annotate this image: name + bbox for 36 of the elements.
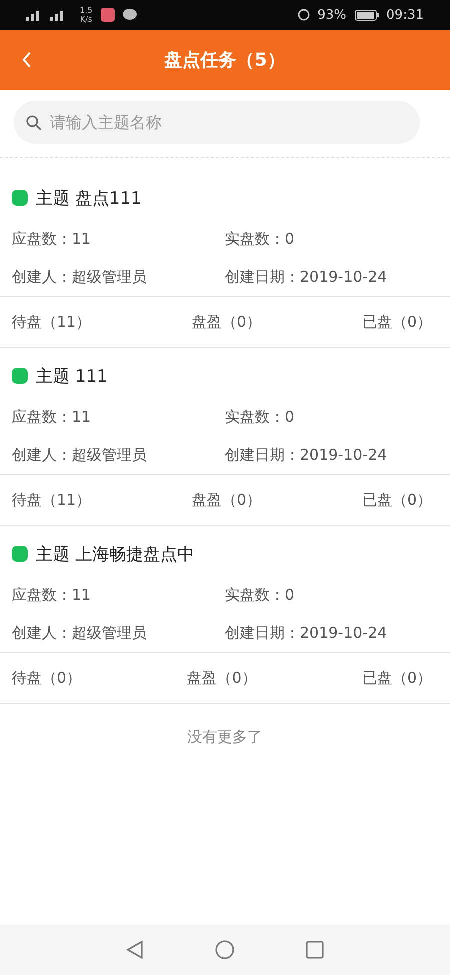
- creator-label: 创建人：超级管理员: [12, 623, 148, 644]
- status-tab[interactable]: 盘盈（0）: [184, 486, 270, 514]
- task-title[interactable]: 主题 上海畅捷盘点中: [36, 542, 194, 566]
- expected-count: 应盘数：11: [12, 229, 92, 250]
- page-title: 盘点任务（5）: [164, 49, 286, 72]
- expected-count: 应盘数：11: [12, 407, 92, 428]
- clock-time: 09:31: [386, 8, 424, 22]
- battery-icon: [354, 10, 379, 20]
- created-date: 创建日期：2019-10-24: [225, 267, 388, 288]
- created-date: 创建日期：2019-10-24: [225, 445, 388, 466]
- status-tab[interactable]: 已盘（0）: [354, 308, 440, 336]
- battery-percent: 93%: [318, 8, 347, 22]
- status-tab[interactable]: 已盘（0）: [354, 486, 440, 514]
- status-tab[interactable]: 待盘（0）: [4, 664, 90, 692]
- actual-count: 实盘数：0: [225, 585, 296, 606]
- search-field[interactable]: 请输入主题名称: [14, 101, 420, 144]
- recents-nav-icon[interactable]: [306, 941, 324, 959]
- end-of-list-text: 没有更多了: [186, 727, 264, 748]
- back-icon: [22, 52, 32, 68]
- task-title[interactable]: 主题 111: [36, 364, 108, 388]
- status-tab[interactable]: 已盘（0）: [354, 664, 440, 692]
- status-tab[interactable]: 盘盈（0）: [184, 308, 270, 336]
- status-tab[interactable]: 盘盈（0）: [179, 664, 265, 692]
- creator-label: 创建人：超级管理员: [12, 445, 148, 466]
- network-speed: 1.5: [80, 6, 93, 15]
- expected-count: 应盘数：11: [12, 585, 92, 606]
- actual-count: 实盘数：0: [225, 229, 296, 250]
- status-tab[interactable]: 待盘（11）: [4, 308, 100, 336]
- back-nav-icon[interactable]: [126, 940, 144, 960]
- created-date: 创建日期：2019-10-24: [225, 623, 388, 644]
- task-title[interactable]: 主题 盘点111: [36, 186, 142, 210]
- actual-count: 实盘数：0: [225, 407, 296, 428]
- status-tab[interactable]: 待盘（11）: [4, 486, 100, 514]
- creator-label: 创建人：超级管理员: [12, 267, 148, 288]
- network-speed-unit: K/s: [80, 15, 92, 24]
- home-nav-icon[interactable]: [214, 940, 235, 960]
